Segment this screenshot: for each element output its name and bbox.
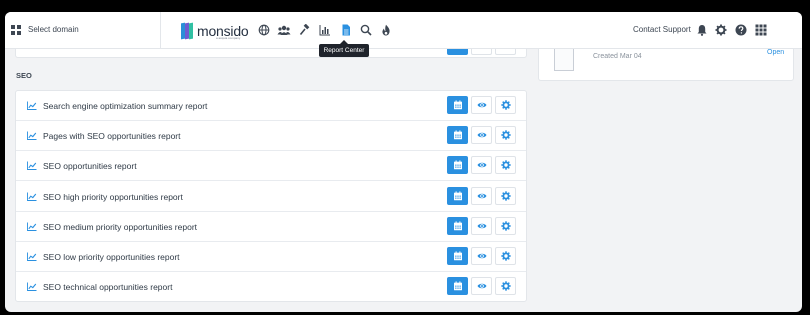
previous-calendar-button[interactable]	[447, 49, 468, 55]
view-report-button[interactable]	[471, 247, 492, 265]
schedule-report-button[interactable]	[447, 156, 468, 175]
apps-icon[interactable]	[755, 24, 767, 36]
report-label: Search engine optimization summary repor…	[43, 101, 208, 111]
previous-view-button[interactable]	[471, 49, 492, 55]
gear-icon	[500, 251, 511, 261]
report-label: Pages with SEO opportunities report	[43, 131, 181, 142]
report-row: Search engine optimization summary repor…	[16, 91, 526, 121]
calendar-icon	[453, 100, 462, 110]
report-row: Pages with SEO opportunities report	[16, 121, 526, 152]
users-icon[interactable]	[277, 24, 291, 36]
calendar-icon	[453, 160, 462, 170]
view-report-button[interactable]	[471, 156, 492, 175]
eye-icon	[477, 193, 486, 198]
report-settings-button[interactable]	[495, 277, 516, 296]
domain-selector[interactable]: Select domain	[5, 12, 161, 49]
report-settings-button[interactable]	[495, 247, 516, 265]
domain-selector-label: Select domain	[28, 25, 79, 34]
view-report-button[interactable]	[471, 126, 492, 145]
report-label: SEO technical opportunities report	[43, 282, 173, 293]
seo-report-list: Search engine optimization summary repor…	[15, 90, 527, 302]
globe-icon[interactable]	[258, 24, 270, 36]
section-title-seo: SEO	[16, 71, 32, 80]
view-report-button[interactable]	[471, 96, 492, 114]
line-chart-icon	[27, 252, 37, 261]
monsido-logo[interactable]: monsido a acquia company	[181, 20, 249, 42]
schedule-report-button[interactable]	[447, 126, 468, 145]
calendar-icon	[453, 190, 462, 200]
report-row: SEO high priority opportunities report	[16, 182, 526, 212]
line-chart-icon	[27, 101, 37, 110]
eye-icon	[477, 253, 486, 259]
created-date: Created Mar 04	[593, 53, 642, 60]
report-label: SEO low priority opportunities report	[43, 252, 180, 262]
report-center-tooltip: Report Center	[319, 40, 369, 57]
previous-settings-button[interactable]	[495, 49, 516, 55]
report-icon[interactable]	[340, 24, 352, 36]
eye-icon	[477, 223, 486, 229]
report-row: SEO opportunities report	[16, 151, 526, 182]
report-settings-button[interactable]	[495, 156, 516, 175]
gear-icon	[500, 100, 511, 110]
report-label: SEO medium priority opportunities report	[43, 221, 198, 232]
line-chart-icon	[27, 161, 37, 171]
view-report-button[interactable]	[471, 216, 492, 235]
report-row: SEO low priority opportunities report	[16, 242, 526, 272]
calendar-icon	[453, 251, 462, 261]
report-label: SEO opportunities report	[43, 161, 137, 172]
open-report-link[interactable]: Open	[767, 49, 784, 56]
eye-icon	[477, 163, 486, 168]
report-settings-button[interactable]	[495, 216, 516, 235]
chart-icon[interactable]	[319, 24, 331, 36]
grid-icon	[11, 25, 21, 35]
report-row: SEO technical opportunities report	[16, 272, 526, 302]
report-row: SEO medium priority opportunities report	[16, 212, 526, 242]
line-chart-icon	[27, 192, 37, 201]
gear-icon	[500, 160, 511, 171]
logo-mark-icon	[181, 22, 193, 40]
gear-icon	[500, 221, 511, 231]
app-window: Select domain monsido a acquia company C…	[5, 12, 802, 312]
schedule-report-button[interactable]	[447, 186, 468, 205]
logo-subtitle: a acquia company	[216, 36, 241, 40]
top-navigation-bar: Select domain monsido a acquia company C…	[5, 12, 802, 49]
contact-support-link[interactable]: Contact Support	[633, 25, 691, 34]
flame-icon[interactable]	[380, 24, 392, 36]
bell-icon[interactable]	[696, 24, 708, 36]
eye-icon	[477, 102, 486, 108]
gear-icon[interactable]	[715, 24, 727, 36]
gavel-icon[interactable]	[299, 24, 311, 36]
eye-icon	[477, 283, 486, 289]
report-settings-button[interactable]	[495, 96, 516, 114]
report-label: SEO high priority opportunities report	[43, 191, 183, 202]
schedule-report-button[interactable]	[447, 247, 468, 265]
line-chart-icon	[27, 222, 37, 231]
search-icon[interactable]	[360, 24, 372, 36]
gear-icon	[500, 130, 511, 140]
document-thumbnail-icon	[554, 49, 574, 71]
eye-icon	[477, 132, 486, 138]
calendar-icon	[453, 221, 462, 231]
schedule-report-button[interactable]	[447, 96, 468, 114]
schedule-report-button[interactable]	[447, 216, 468, 235]
line-chart-icon	[27, 282, 37, 292]
gear-icon	[500, 281, 511, 291]
gear-icon	[500, 190, 511, 201]
previous-report-panel	[15, 49, 527, 58]
help-icon[interactable]	[735, 24, 747, 36]
schedule-report-button[interactable]	[447, 277, 468, 296]
report-settings-button[interactable]	[495, 126, 516, 145]
calendar-icon	[453, 130, 462, 140]
view-report-button[interactable]	[471, 277, 492, 296]
report-settings-button[interactable]	[495, 186, 516, 205]
view-report-button[interactable]	[471, 186, 492, 205]
line-chart-icon	[27, 131, 37, 141]
calendar-icon	[453, 281, 462, 291]
recent-report-card: Created Mar 04 Open	[538, 49, 794, 81]
